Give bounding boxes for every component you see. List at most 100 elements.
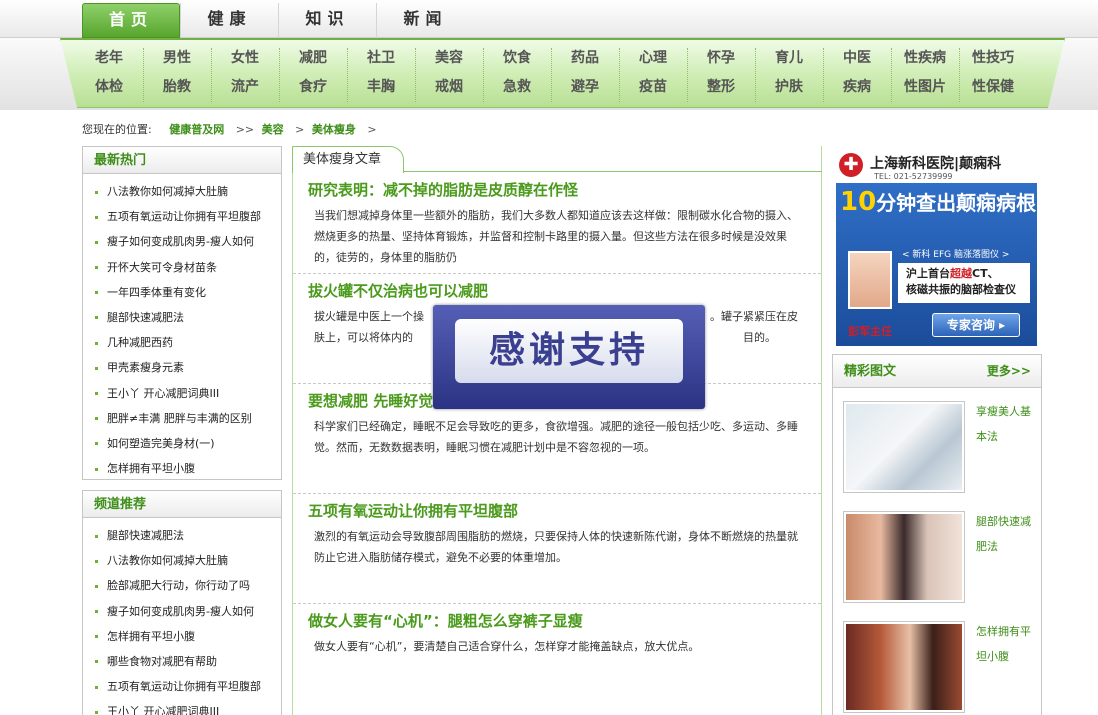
list-item-label: 哪些食物对减肥有帮助 <box>107 654 217 668</box>
list-item[interactable]: 开怀大笑可令身材苗条 <box>95 255 281 280</box>
nav-item[interactable]: 性图片 <box>891 73 959 102</box>
list-item-label: 甲壳素瘦身元素 <box>107 361 184 375</box>
nav-item[interactable]: 避孕 <box>551 73 619 102</box>
bullet-icon <box>95 291 98 295</box>
breadcrumb: 您现在的位置: 健康普及网 >> 美容 > 美体瘦身 > <box>82 121 381 137</box>
featured-pic-1[interactable] <box>843 401 965 493</box>
article-title[interactable]: 拔火罐不仅治病也可以减肥 <box>308 280 488 301</box>
article-tab[interactable]: 美体瘦身文章 <box>292 146 405 173</box>
article-title[interactable]: 研究表明：减不掉的脂肪是皮质醇在作怪 <box>308 179 578 200</box>
breadcrumb-link-slimming[interactable]: 美体瘦身 <box>312 123 356 136</box>
list-item[interactable]: 瘦子如何变成肌肉男-瘦人如何 <box>95 229 281 254</box>
breadcrumb-link-beauty[interactable]: 美容 <box>262 123 284 136</box>
list-item[interactable]: 腿部快速减肥法 <box>95 523 281 548</box>
bullet-icon <box>95 442 98 446</box>
list-item-label: 八法教你如何减掉大肚腩 <box>107 554 228 568</box>
list-item[interactable]: 一年四季体重有变化 <box>95 280 281 305</box>
nav-item[interactable]: 男性 <box>143 44 211 73</box>
tab-knowledge[interactable]: 知识 <box>278 3 376 38</box>
ad-body: 10分钟查出颠痫病根 < 新科 EFG 脑涨落图仪 > 沪上首台超越CT、 核磁… <box>836 183 1037 346</box>
list-item[interactable]: 甲壳素瘦身元素 <box>95 355 281 380</box>
nav-item[interactable]: 饮食 <box>483 44 551 73</box>
nav-item[interactable]: 疫苗 <box>619 73 687 102</box>
featured-pic-caption-2[interactable]: 腿部快速减肥法 <box>976 509 1036 559</box>
list-item[interactable]: 怎样拥有平坦小腹 <box>95 624 281 649</box>
article-title[interactable]: 要想减肥 先睡好觉 <box>308 390 433 411</box>
list-item-label: 肥胖≠丰满 肥胖与丰满的区别 <box>107 411 252 425</box>
nav-item[interactable]: 食疗 <box>279 73 347 102</box>
list-item[interactable]: 腿部快速减肥法 <box>95 305 281 330</box>
nav-item[interactable]: 老年 <box>75 44 143 73</box>
nav-item[interactable]: 药品 <box>551 44 619 73</box>
featured-pic-3[interactable] <box>843 621 965 713</box>
nav-item[interactable]: 急救 <box>483 73 551 102</box>
list-item[interactable]: 如何塑造完美身材(一) <box>95 431 281 456</box>
nav-item[interactable]: 性保健 <box>959 73 1027 102</box>
article-panel: 美体瘦身文章 研究表明：减不掉的脂肪是皮质醇在作怪 当我们想减掉身体里一些额外的脂… <box>292 146 822 715</box>
nav-item[interactable]: 心理 <box>619 44 687 73</box>
breadcrumb-link-home[interactable]: 健康普及网 <box>169 123 224 136</box>
list-item[interactable]: 肥胖≠丰满 肥胖与丰满的区别 <box>95 406 281 431</box>
list-item[interactable]: 哪些食物对减肥有帮助 <box>95 649 281 674</box>
bullet-icon <box>95 610 98 614</box>
hospital-ad-banner[interactable]: ✚ 上海新科医院|颠痫科 TEL: 021-52739999 10分钟查出颠痫病… <box>836 150 1037 346</box>
list-item[interactable]: 几种减肥西药 <box>95 330 281 355</box>
list-item[interactable]: 八法教你如何减掉大肚腩 <box>95 548 281 573</box>
ad-card-text-b: 超越 <box>950 267 972 280</box>
nav-divider <box>959 48 960 102</box>
nav-item[interactable]: 护肤 <box>755 73 823 102</box>
nav-item[interactable]: 胎教 <box>143 73 211 102</box>
list-item[interactable]: 瘦子如何变成肌肉男-瘦人如何 <box>95 599 281 624</box>
expert-consult-button[interactable]: 专家咨询 ▸ <box>932 313 1020 337</box>
bullet-icon <box>95 392 98 395</box>
list-item[interactable]: 五项有氧运动让你拥有平坦腹部 <box>95 204 281 229</box>
nav-item[interactable]: 育儿 <box>755 44 823 73</box>
tab-health[interactable]: 健康 <box>180 3 278 38</box>
nav-item[interactable]: 中医 <box>823 44 891 73</box>
nav-item[interactable]: 流产 <box>211 73 279 102</box>
list-item[interactable]: 怎样拥有平坦小腹 <box>95 456 281 481</box>
nav-item[interactable]: 疾病 <box>823 73 891 102</box>
article-title[interactable]: 做女人要有“心机”：腿粗怎么穿裤子显瘦 <box>308 610 583 631</box>
nav-item[interactable]: 女性 <box>211 44 279 73</box>
nav-item[interactable]: 体检 <box>75 73 143 102</box>
bullet-icon <box>95 685 98 689</box>
nav-item[interactable]: 社卫 <box>347 44 415 73</box>
nav-item[interactable]: 戒烟 <box>415 73 483 102</box>
nav-item[interactable]: 整形 <box>687 73 755 102</box>
list-item[interactable]: 脸部减肥大行动，你行动了吗 <box>95 573 281 598</box>
more-link[interactable]: 更多>> <box>987 355 1031 388</box>
nav-item[interactable]: 性疾病 <box>891 44 959 73</box>
nav-divider <box>619 48 620 102</box>
featured-pic-2[interactable] <box>843 511 965 603</box>
article-item: 做女人要有“心机”：腿粗怎么穿裤子显瘦做女人要有“心机”，要清楚自己适合穿什么，… <box>293 604 821 715</box>
top-tab-bar: 首页 健康 知识 新闻 <box>0 0 1098 38</box>
article-title[interactable]: 五项有氧运动让你拥有平坦腹部 <box>308 500 518 521</box>
ad-header: ✚ 上海新科医院|颠痫科 TEL: 021-52739999 <box>836 150 1037 183</box>
list-item[interactable]: 王小丫 开心减肥词典III <box>95 699 281 715</box>
list-item[interactable]: 五项有氧运动让你拥有平坦腹部 <box>95 674 281 699</box>
tab-home[interactable]: 首页 <box>82 3 180 38</box>
featured-pic-caption-3[interactable]: 怎样拥有平坦小腹 <box>976 619 1036 669</box>
article-summary: 做女人要有“心机”，要清楚自己适合穿什么，怎样穿才能掩盖缺点，放大优点。 <box>314 640 700 653</box>
nav-item[interactable]: 怀孕 <box>687 44 755 73</box>
nav-item[interactable]: 性技巧 <box>959 44 1027 73</box>
list-item-label: 五项有氧运动让你拥有平坦腹部 <box>107 680 261 694</box>
ad-headline: 10分钟查出颠痫病根 <box>840 187 1036 217</box>
latest-hot-box: 最新热门 八法教你如何减掉大肚腩 五项有氧运动让你拥有平坦腹部 瘦子如何变成肌肉男-… <box>82 146 282 480</box>
nav-item[interactable]: 丰胸 <box>347 73 415 102</box>
ad-card-text-c: CT、 <box>972 267 999 280</box>
list-item[interactable]: 八法教你如何减掉大肚腩 <box>95 179 281 204</box>
bullet-icon <box>95 341 98 345</box>
thanks-overlay[interactable]: 感谢支持 <box>433 305 705 409</box>
nav-item[interactable]: 减肥 <box>279 44 347 73</box>
ad-card-line2: 核磁共振的脑部检查仪 <box>906 283 1016 296</box>
nav-wrapper: 老年 男性 女性 减肥 社卫 美容 饮食 药品 心理 怀孕 育儿 中医 性疾病 性技巧体检 胎教 流产 食疗 丰胸… <box>0 38 1098 110</box>
bullet-icon <box>95 266 98 270</box>
list-item[interactable]: 王小丫 开心减肥词典III <box>95 381 281 406</box>
nav-divider <box>483 48 484 102</box>
nav-item[interactable]: 美容 <box>415 44 483 73</box>
ad-device: < 新科 EFG 脑涨落图仪 > <box>902 250 1010 260</box>
featured-pic-caption-1[interactable]: 享瘦美人基本法 <box>976 399 1036 449</box>
tab-news[interactable]: 新闻 <box>376 3 474 38</box>
